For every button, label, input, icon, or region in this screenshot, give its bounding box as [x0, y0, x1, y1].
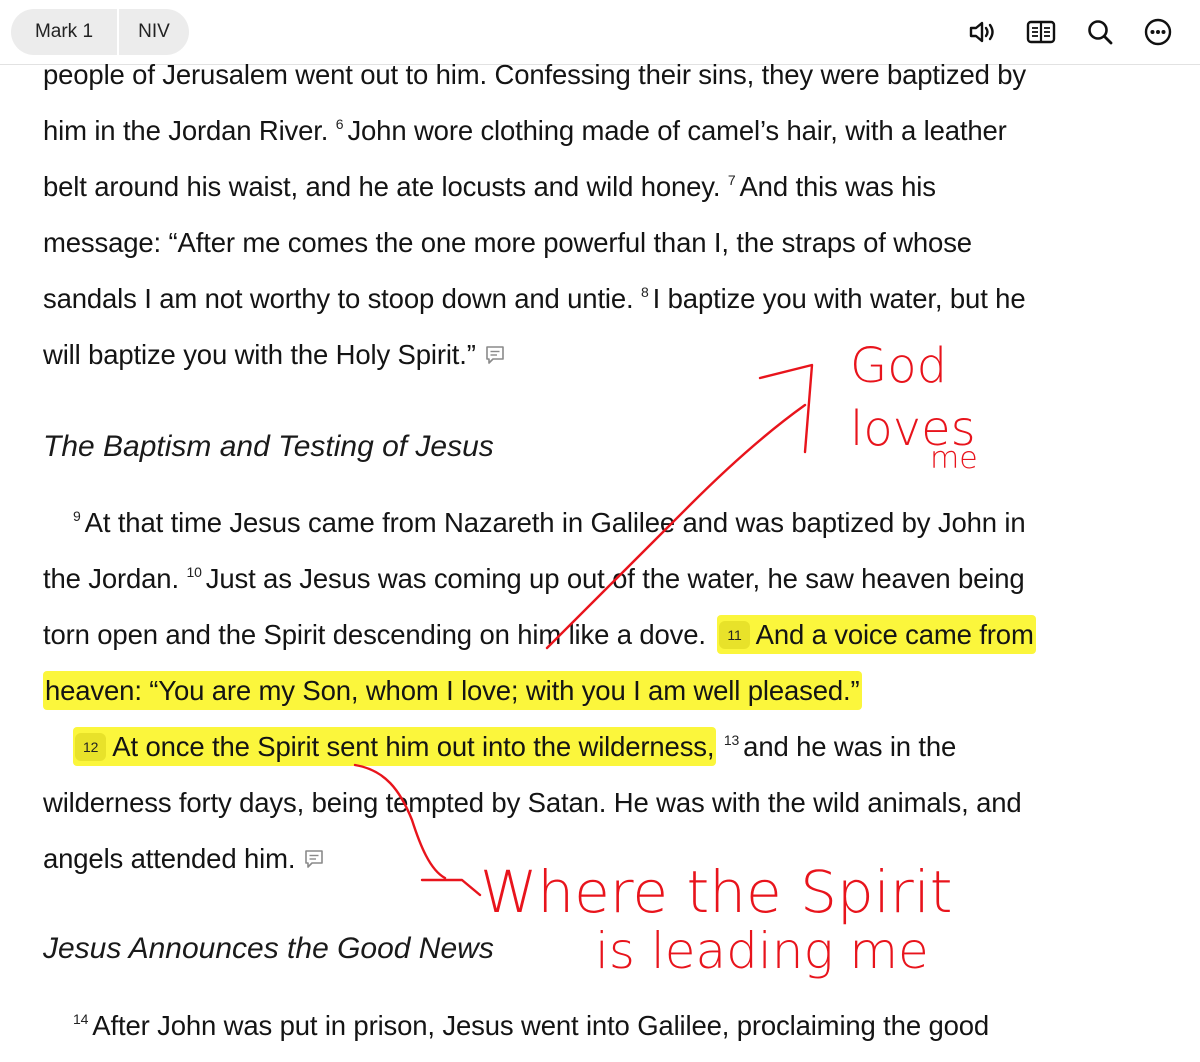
verse-line[interactable]: 14 After John was put in prison, Jesus we…	[73, 1010, 989, 1042]
reference-pill: Mark 1 NIV	[11, 9, 189, 55]
verse-line[interactable]: sandals I am not worthy to stoop down an…	[43, 283, 1026, 315]
verse-number: 7	[727, 172, 736, 188]
verse-number: 14	[73, 1011, 89, 1027]
verse-line[interactable]: people of Jerusalem went out to him. Con…	[43, 59, 1026, 91]
verse-line[interactable]: angels attended him.	[43, 843, 325, 877]
verse-text: sandals I am not worthy to stoop down an…	[43, 283, 634, 314]
section-heading: Jesus Announces the Good News	[43, 932, 494, 965]
version-button[interactable]: NIV	[119, 9, 189, 55]
handwritten-note: God	[850, 338, 947, 394]
ink-arrow-stroke	[353, 763, 447, 880]
verse-number: 11	[719, 621, 750, 649]
verse-line[interactable]: heaven: “You are my Son, whom I love; wi…	[43, 671, 862, 710]
highlighted-verse[interactable]: heaven: “You are my Son, whom I love; wi…	[43, 671, 862, 710]
verse-text: At once the Spirit sent him out into the…	[112, 731, 715, 762]
verse-text: the Jordan.	[43, 563, 179, 594]
verse-line[interactable]: 9 At that time Jesus came from Nazareth i…	[73, 507, 1026, 539]
verse-text: wilderness forty days, being tempted by …	[43, 787, 1022, 818]
verse-text: Just as Jesus was coming up out of the w…	[205, 563, 1025, 594]
verse-text: belt around his waist, and he ate locust…	[43, 171, 721, 202]
section-heading: The Baptism and Testing of Jesus	[43, 430, 494, 463]
verse-text: heaven: “You are my Son, whom I love; wi…	[45, 675, 860, 706]
parallel-icon[interactable]	[1024, 16, 1058, 48]
verse-number: 10	[186, 564, 202, 580]
ink-arrow-head	[420, 878, 482, 897]
verse-text: torn open and the Spirit descending on h…	[43, 619, 706, 650]
verse-line[interactable]: 12 At once the Spirit sent him out into t…	[73, 727, 957, 766]
verse-line[interactable]: will baptize you with the Holy Spirit.”	[43, 339, 506, 373]
verse-line[interactable]: message: “After me comes the one more po…	[43, 227, 972, 259]
verse-number: 8	[641, 284, 649, 300]
verse-text: After John was put in prison, Jesus went…	[92, 1010, 990, 1041]
handwritten-note: Where the Spirit	[480, 858, 953, 926]
handwritten-note: is leading me	[595, 922, 929, 980]
verse-text: will baptize you with the Holy Spirit.”	[43, 339, 476, 370]
verse-text: I baptize you with water, but he	[652, 283, 1026, 314]
verse-text: At that time Jesus came from Nazareth in…	[84, 507, 1026, 538]
verse-number: 9	[73, 508, 81, 524]
verse-text: John wore clothing made of camel’s hair,…	[347, 115, 1007, 146]
highlighted-verse[interactable]: 12 At once the Spirit sent him out into t…	[73, 727, 717, 766]
verse-text: And this was his	[739, 171, 936, 202]
verse-line[interactable]: him in the Jordan River. 6 John wore clot…	[43, 115, 1007, 147]
note-icon[interactable]	[303, 845, 325, 877]
ink-arrow-head	[758, 363, 814, 454]
verse-text: and he was in the	[743, 731, 957, 762]
verse-text: message: “After me comes the one more po…	[43, 227, 972, 258]
verse-line[interactable]: the Jordan. 10 Just as Jesus was coming u…	[43, 563, 1025, 595]
handwritten-note: loves	[850, 401, 976, 457]
verse-line[interactable]: belt around his waist, and he ate locust…	[43, 171, 936, 203]
verse-text: angels attended him.	[43, 843, 296, 874]
verse-text: him in the Jordan River.	[43, 115, 329, 146]
book-chapter-button[interactable]: Mark 1	[11, 9, 117, 55]
audio-icon[interactable]	[966, 16, 1000, 48]
verse-line[interactable]: torn open and the Spirit descending on h…	[43, 615, 1036, 654]
verse-number: 12	[75, 733, 107, 761]
note-icon[interactable]	[484, 341, 506, 373]
highlighted-verse[interactable]: 11 And a voice came from	[717, 615, 1036, 654]
verse-number: 6	[335, 116, 344, 132]
verse-number: 13	[723, 732, 740, 748]
verse-text: people of Jerusalem went out to him. Con…	[43, 59, 1026, 90]
search-icon[interactable]	[1083, 16, 1117, 48]
top-toolbar: Mark 1 NIV	[0, 0, 1200, 64]
verse-text: And a voice came from	[755, 619, 1034, 650]
handwritten-note: me	[930, 441, 978, 476]
verse-line[interactable]: wilderness forty days, being tempted by …	[43, 787, 1022, 819]
more-icon[interactable]	[1141, 16, 1175, 48]
